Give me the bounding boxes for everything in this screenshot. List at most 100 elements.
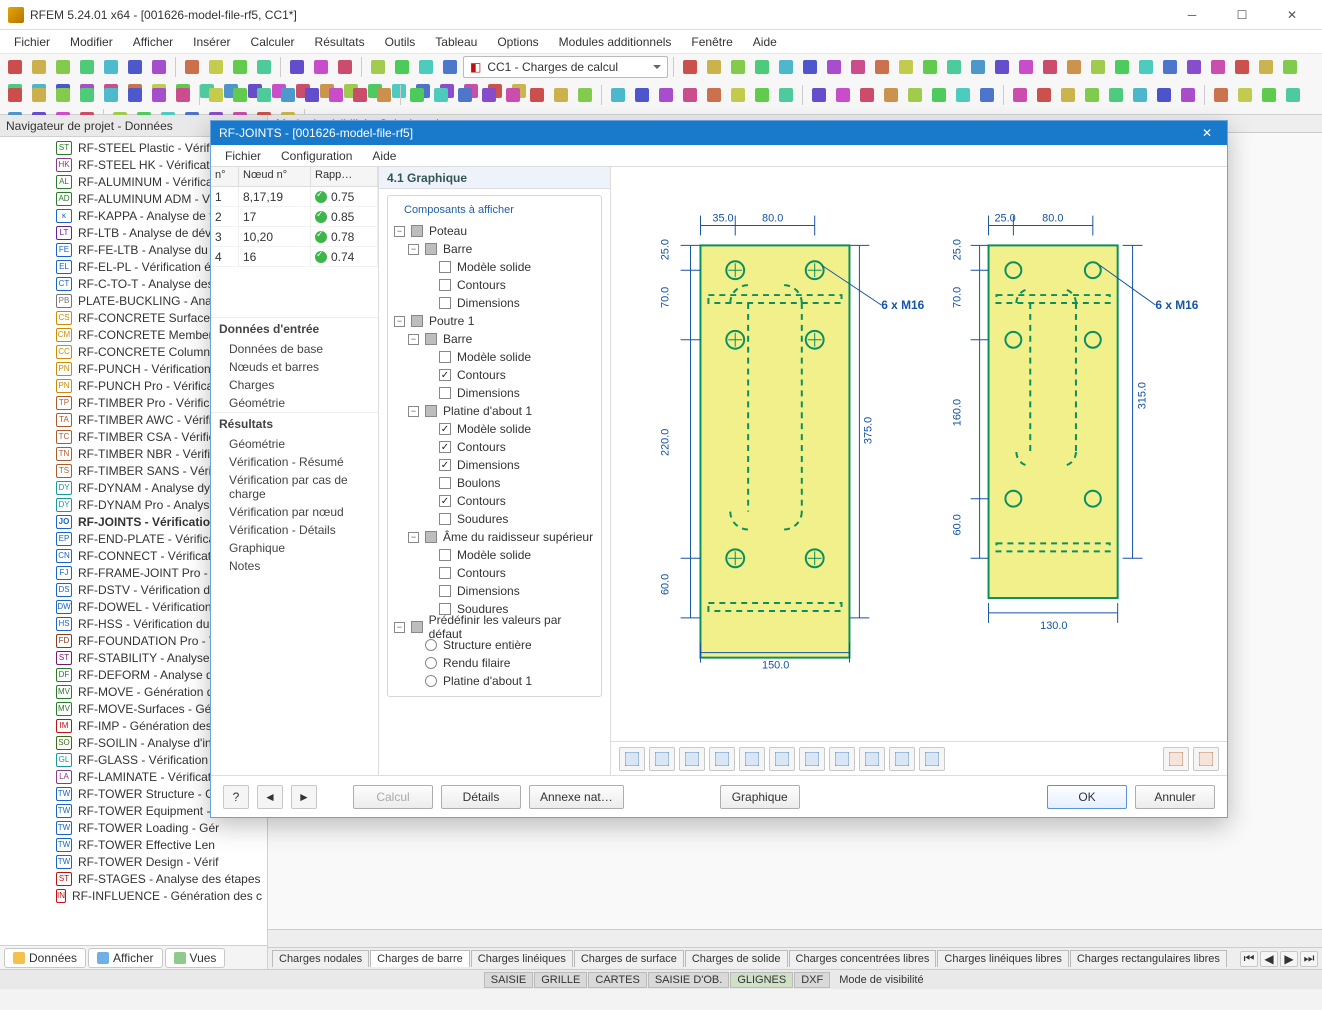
section-item[interactable]: Vérification - Détails [211, 521, 378, 539]
tree-twisty-icon[interactable]: − [408, 406, 419, 417]
status-cell[interactable]: SAISIE D'OB. [648, 972, 730, 988]
main-menu-tableau[interactable]: Tableau [427, 33, 485, 51]
checkbox[interactable] [439, 567, 451, 579]
radio[interactable] [425, 657, 437, 669]
section-item[interactable]: Notes [211, 557, 378, 575]
dialog-menu-configuration[interactable]: Configuration [273, 147, 360, 165]
toolbar-button[interactable] [502, 84, 524, 106]
checkbox[interactable] [425, 243, 437, 255]
toolbar-button[interactable] [229, 84, 251, 106]
toolbar-button[interactable] [1231, 56, 1253, 78]
checkbox[interactable] [439, 585, 451, 597]
navigator-module-item[interactable]: TWRF-TOWER Effective Len [0, 836, 267, 853]
zoom-icon[interactable] [889, 747, 915, 771]
checkbox[interactable] [439, 513, 451, 525]
toolbar-button[interactable] [679, 56, 701, 78]
main-menu-options[interactable]: Options [489, 33, 546, 51]
toolbar-button[interactable] [28, 56, 50, 78]
toolbar-button[interactable] [1057, 84, 1079, 106]
tree-node[interactable]: Contours [394, 564, 595, 582]
toolbar-button[interactable] [229, 56, 251, 78]
tree-node[interactable]: Contours [394, 366, 595, 384]
toolbar-button[interactable] [574, 84, 596, 106]
print-icon[interactable] [619, 747, 645, 771]
view-y-icon[interactable] [709, 747, 735, 771]
iso-icon[interactable] [859, 747, 885, 771]
window-maximize-button[interactable]: ☐ [1220, 1, 1264, 29]
toolbar-button[interactable] [439, 56, 461, 78]
sheet-tab[interactable]: Charges de surface [574, 950, 684, 967]
toolbar-button[interactable] [1159, 56, 1181, 78]
window-minimize-button[interactable]: ─ [1170, 1, 1214, 29]
tree-twisty-icon[interactable]: − [394, 316, 405, 327]
toolbar-button[interactable] [1234, 84, 1256, 106]
toolbar-button[interactable] [751, 56, 773, 78]
checkbox[interactable] [439, 279, 451, 291]
view-yz-icon[interactable] [829, 747, 855, 771]
toolbar-button[interactable] [703, 56, 725, 78]
radio[interactable] [425, 639, 437, 651]
toolbar-button[interactable] [1183, 56, 1205, 78]
main-menu-afficher[interactable]: Afficher [125, 33, 181, 51]
toolbar-button[interactable] [1087, 56, 1109, 78]
tree-node[interactable]: Contours [394, 276, 595, 294]
toolbar-button[interactable] [703, 84, 725, 106]
tree-node[interactable]: −Âme du raidisseur supérieur [394, 528, 595, 546]
toolbar-button[interactable] [1033, 84, 1055, 106]
toolbar-button[interactable] [607, 84, 629, 106]
graphic-button[interactable]: Graphique [720, 785, 800, 809]
tree-node[interactable]: −Barre [394, 330, 595, 348]
copy-icon[interactable] [919, 747, 945, 771]
toolbar-button[interactable] [406, 84, 428, 106]
toolbar-button[interactable] [415, 56, 437, 78]
toolbar-button[interactable] [124, 84, 146, 106]
tree-node[interactable]: Boulons [394, 474, 595, 492]
sheet-tab[interactable]: Charges rectangulaires libres [1070, 950, 1227, 967]
section-item[interactable]: Vérification par cas de charge [211, 471, 378, 503]
toolbar-button[interactable] [679, 84, 701, 106]
main-menu-résultats[interactable]: Résultats [307, 33, 373, 51]
case-row[interactable]: 310,20 0.78 [211, 227, 378, 247]
toolbar-button[interactable] [904, 84, 926, 106]
tree-node[interactable]: −Prédéfinir les valeurs par défaut [394, 618, 595, 636]
toolbar-button[interactable] [895, 56, 917, 78]
tree-node[interactable]: −Barre [394, 240, 595, 258]
toolbar-button[interactable] [631, 84, 653, 106]
dxf-export-icon[interactable] [1163, 747, 1189, 771]
tree-node[interactable]: Modèle solide [394, 348, 595, 366]
tree-node[interactable]: Platine d'about 1 [394, 672, 595, 690]
toolbar-button[interactable] [454, 84, 476, 106]
checkbox[interactable] [439, 495, 451, 507]
toolbar-button[interactable] [1210, 84, 1232, 106]
toolbar-button[interactable] [832, 84, 854, 106]
status-cell[interactable]: CARTES [588, 972, 646, 988]
checkbox[interactable] [439, 477, 451, 489]
checkbox[interactable] [411, 621, 423, 633]
toolbar-button[interactable] [52, 56, 74, 78]
status-cell[interactable]: DXF [794, 972, 830, 988]
tab-nav-next-button[interactable]: ▶ [1280, 951, 1298, 967]
toolbar-button[interactable] [952, 84, 974, 106]
radio[interactable] [425, 675, 437, 687]
tree-twisty-icon[interactable]: − [408, 334, 419, 345]
navigator-module-item[interactable]: TWRF-TOWER Design - Vérif [0, 853, 267, 870]
toolbar-button[interactable] [148, 56, 170, 78]
section-item[interactable]: Nœuds et barres [211, 358, 378, 376]
toolbar-button[interactable] [205, 84, 227, 106]
dialog-close-button[interactable]: ✕ [1195, 123, 1219, 143]
navigator-tab[interactable]: Vues [165, 948, 226, 968]
main-menu-aide[interactable]: Aide [745, 33, 785, 51]
toolbar-button[interactable] [775, 84, 797, 106]
section-item[interactable]: Charges [211, 376, 378, 394]
tree-node[interactable]: Contours [394, 438, 595, 456]
toolbar-button[interactable] [367, 56, 389, 78]
dialog-menu-fichier[interactable]: Fichier [217, 147, 269, 165]
toolbar-button[interactable] [1129, 84, 1151, 106]
toolbar-button[interactable] [1015, 56, 1037, 78]
toolbar-button[interactable] [310, 56, 332, 78]
case-row[interactable]: 18,17,19 0.75 [211, 187, 378, 207]
sheet-tab[interactable]: Charges nodales [272, 950, 369, 967]
toolbar-button[interactable] [148, 84, 170, 106]
navigator-tab[interactable]: Données [4, 948, 86, 968]
section-item[interactable]: Géométrie [211, 435, 378, 453]
